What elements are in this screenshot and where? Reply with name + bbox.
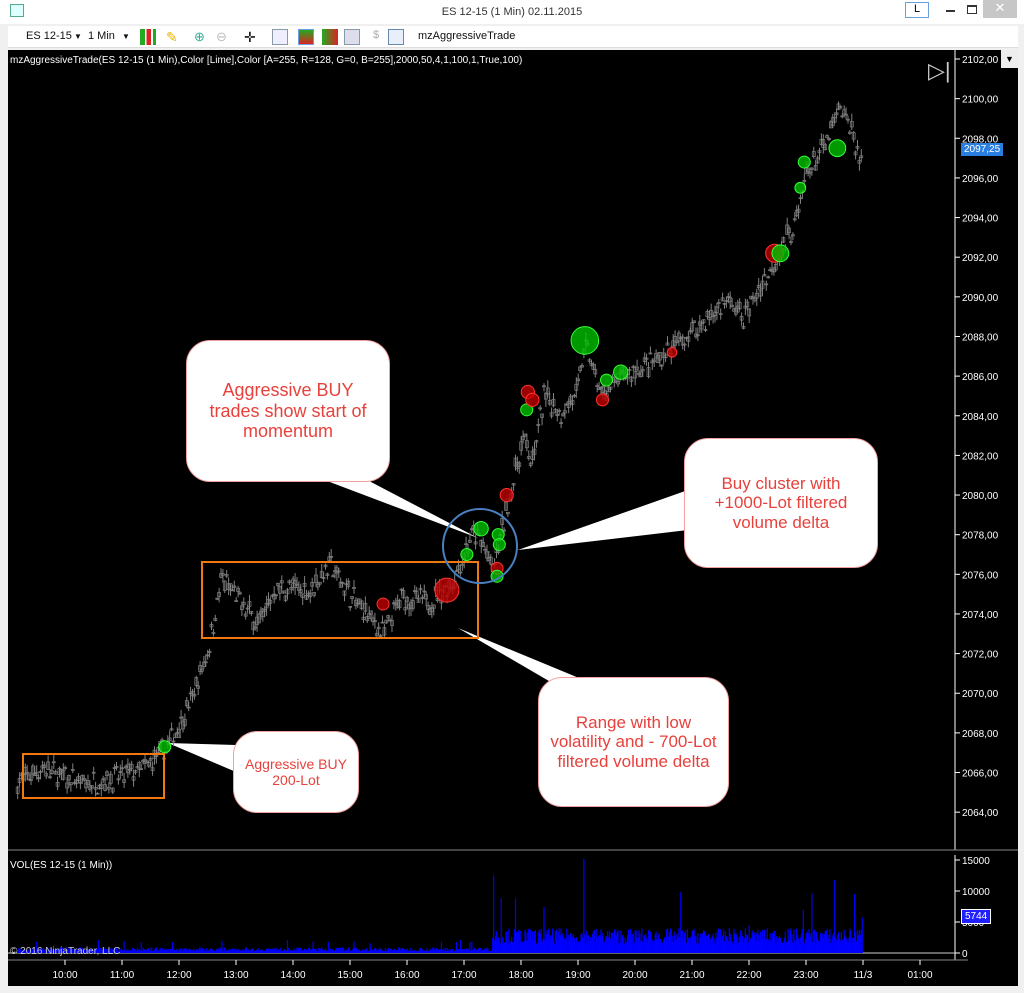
price-tick-label: 2074,00 bbox=[962, 610, 999, 621]
window-title: ES 12-15 (1 Min) 02.11.2015 bbox=[441, 6, 583, 18]
time-tick-label: 12:00 bbox=[166, 970, 191, 981]
zoom-in-icon[interactable]: ⊕ bbox=[194, 29, 210, 45]
volume-bar bbox=[861, 917, 863, 953]
callout-pointer bbox=[168, 743, 236, 772]
time-tick-label: 18:00 bbox=[508, 970, 533, 981]
link-button[interactable]: L bbox=[905, 2, 929, 18]
buy-trade-bubble bbox=[771, 244, 790, 263]
price-tick-label: 2094,00 bbox=[962, 214, 999, 225]
chart-trader-icon[interactable] bbox=[298, 29, 314, 45]
price-tick-label: 2080,00 bbox=[962, 491, 999, 502]
callout-buy-cluster: Buy cluster with +1000-Lot filtered volu… bbox=[684, 438, 878, 568]
sell-trade-bubble bbox=[525, 392, 540, 408]
range-box-small bbox=[22, 753, 165, 799]
properties-icon[interactable] bbox=[388, 29, 404, 45]
price-tick-label: 2078,00 bbox=[962, 531, 999, 542]
time-tick-label: 10:00 bbox=[52, 970, 77, 981]
instrument-selector[interactable]: ES 12-15 bbox=[26, 30, 72, 42]
price-tick-label: 2088,00 bbox=[962, 332, 999, 343]
buy-trade-bubble bbox=[570, 326, 600, 355]
price-tick-label: 2072,00 bbox=[962, 650, 999, 661]
price-tick-label: 2082,00 bbox=[962, 451, 999, 462]
close-button[interactable]: ✕ bbox=[983, 0, 1017, 18]
buy-trade-bubble bbox=[797, 155, 811, 169]
callout-momentum: Aggressive BUY trades show start of mome… bbox=[186, 340, 390, 482]
strategy-label: mzAggressiveTrade bbox=[418, 30, 516, 42]
chart-panel[interactable]: 2102,00 2100,00 2098,00 2096,00 2094,00 2092,… bbox=[8, 50, 1018, 986]
interval-selector[interactable]: 1 Min bbox=[88, 30, 115, 42]
bar-type-icon[interactable] bbox=[140, 29, 156, 45]
range-box-large bbox=[201, 561, 479, 639]
chevron-down-icon: ▼ bbox=[122, 32, 130, 41]
callout-range: Range with low volatility and - 700-Lot … bbox=[538, 677, 729, 807]
time-tick-label: 21:00 bbox=[679, 970, 704, 981]
volume-tick-label: 10000 bbox=[962, 887, 990, 898]
price-tick-label: 2076,00 bbox=[962, 570, 999, 581]
buy-trade-bubble bbox=[600, 373, 613, 387]
sell-trade-bubble bbox=[596, 393, 610, 407]
time-tick-label: 11/3 bbox=[854, 970, 873, 981]
price-tick-label: 2068,00 bbox=[962, 729, 999, 740]
price-tick-label: 2092,00 bbox=[962, 253, 999, 264]
callout-aggressive-buy: Aggressive BUY 200-Lot bbox=[233, 731, 359, 813]
time-tick-label: 17:00 bbox=[451, 970, 476, 981]
volume-tick-label: 15000 bbox=[962, 856, 990, 867]
chevron-down-icon: ▼ bbox=[74, 32, 82, 41]
time-tick-label: 16:00 bbox=[394, 970, 419, 981]
time-tick-label: 14:00 bbox=[280, 970, 305, 981]
pencil-draw-icon[interactable]: ✎ bbox=[166, 29, 182, 45]
price-tick-label: 2096,00 bbox=[962, 174, 999, 185]
minimize-button[interactable] bbox=[946, 10, 955, 12]
strategies-icon[interactable] bbox=[322, 29, 338, 45]
buy-trade-bubble bbox=[158, 740, 172, 754]
volume-tick-label: 0 bbox=[962, 949, 968, 960]
toolbar: ES 12-15 ▼ 1 Min ▼ ✎ ⊕ ⊖ ✛ $ mzAggressiv… bbox=[8, 26, 1018, 48]
time-tick-label: 01:00 bbox=[907, 970, 932, 981]
dollar-icon[interactable]: $ bbox=[368, 29, 384, 45]
volume-label: VOL(ES 12-15 (1 Min)) bbox=[10, 860, 113, 871]
time-tick-label: 11:00 bbox=[110, 970, 135, 981]
time-tick-label: 13:00 bbox=[223, 970, 248, 981]
cluster-circle bbox=[442, 508, 518, 584]
time-tick-label: 23:00 bbox=[793, 970, 818, 981]
price-tick-label: 2086,00 bbox=[962, 372, 999, 383]
last-price-marker: 2097,25 bbox=[961, 143, 1004, 156]
zoom-out-icon[interactable]: ⊖ bbox=[216, 29, 232, 45]
scale-dropdown-button[interactable]: ▼ bbox=[1001, 50, 1018, 68]
indicators-icon[interactable] bbox=[344, 29, 360, 45]
price-tick-label: 2066,00 bbox=[962, 769, 999, 780]
search-icon[interactable] bbox=[272, 29, 288, 45]
buy-trade-bubble bbox=[794, 181, 807, 194]
sell-trade-bubble bbox=[499, 487, 514, 503]
time-tick-label: 15:00 bbox=[337, 970, 362, 981]
price-tick-label: 2102,00 bbox=[962, 55, 999, 66]
price-tick-label: 2090,00 bbox=[962, 293, 999, 304]
maximize-button[interactable] bbox=[967, 5, 977, 14]
price-tick-label: 2070,00 bbox=[962, 689, 999, 700]
buy-trade-bubble bbox=[828, 139, 847, 158]
last-volume-marker: 5744 bbox=[961, 909, 992, 924]
price-tick-label: 2084,00 bbox=[962, 412, 999, 423]
time-tick-label: 22:00 bbox=[736, 970, 761, 981]
sell-trade-bubble bbox=[666, 347, 678, 358]
time-tick-label: 19:00 bbox=[565, 970, 590, 981]
price-tick-label: 2064,00 bbox=[962, 808, 999, 819]
callout-pointer bbox=[518, 490, 688, 550]
title-bar: ES 12-15 (1 Min) 02.11.2015 L ✕ bbox=[0, 0, 1024, 24]
buy-trade-bubble bbox=[613, 364, 629, 380]
crosshair-icon[interactable]: ✛ bbox=[244, 29, 260, 45]
time-tick-label: 20:00 bbox=[622, 970, 647, 981]
indicator-label: mzAggressiveTrade(ES 12-15 (1 Min),Color… bbox=[10, 55, 523, 66]
price-tick-label: 2100,00 bbox=[962, 95, 999, 106]
scroll-to-end-icon[interactable]: ▷| bbox=[928, 58, 951, 84]
copyright: © 2016 NinjaTrader, LLC bbox=[10, 946, 121, 957]
